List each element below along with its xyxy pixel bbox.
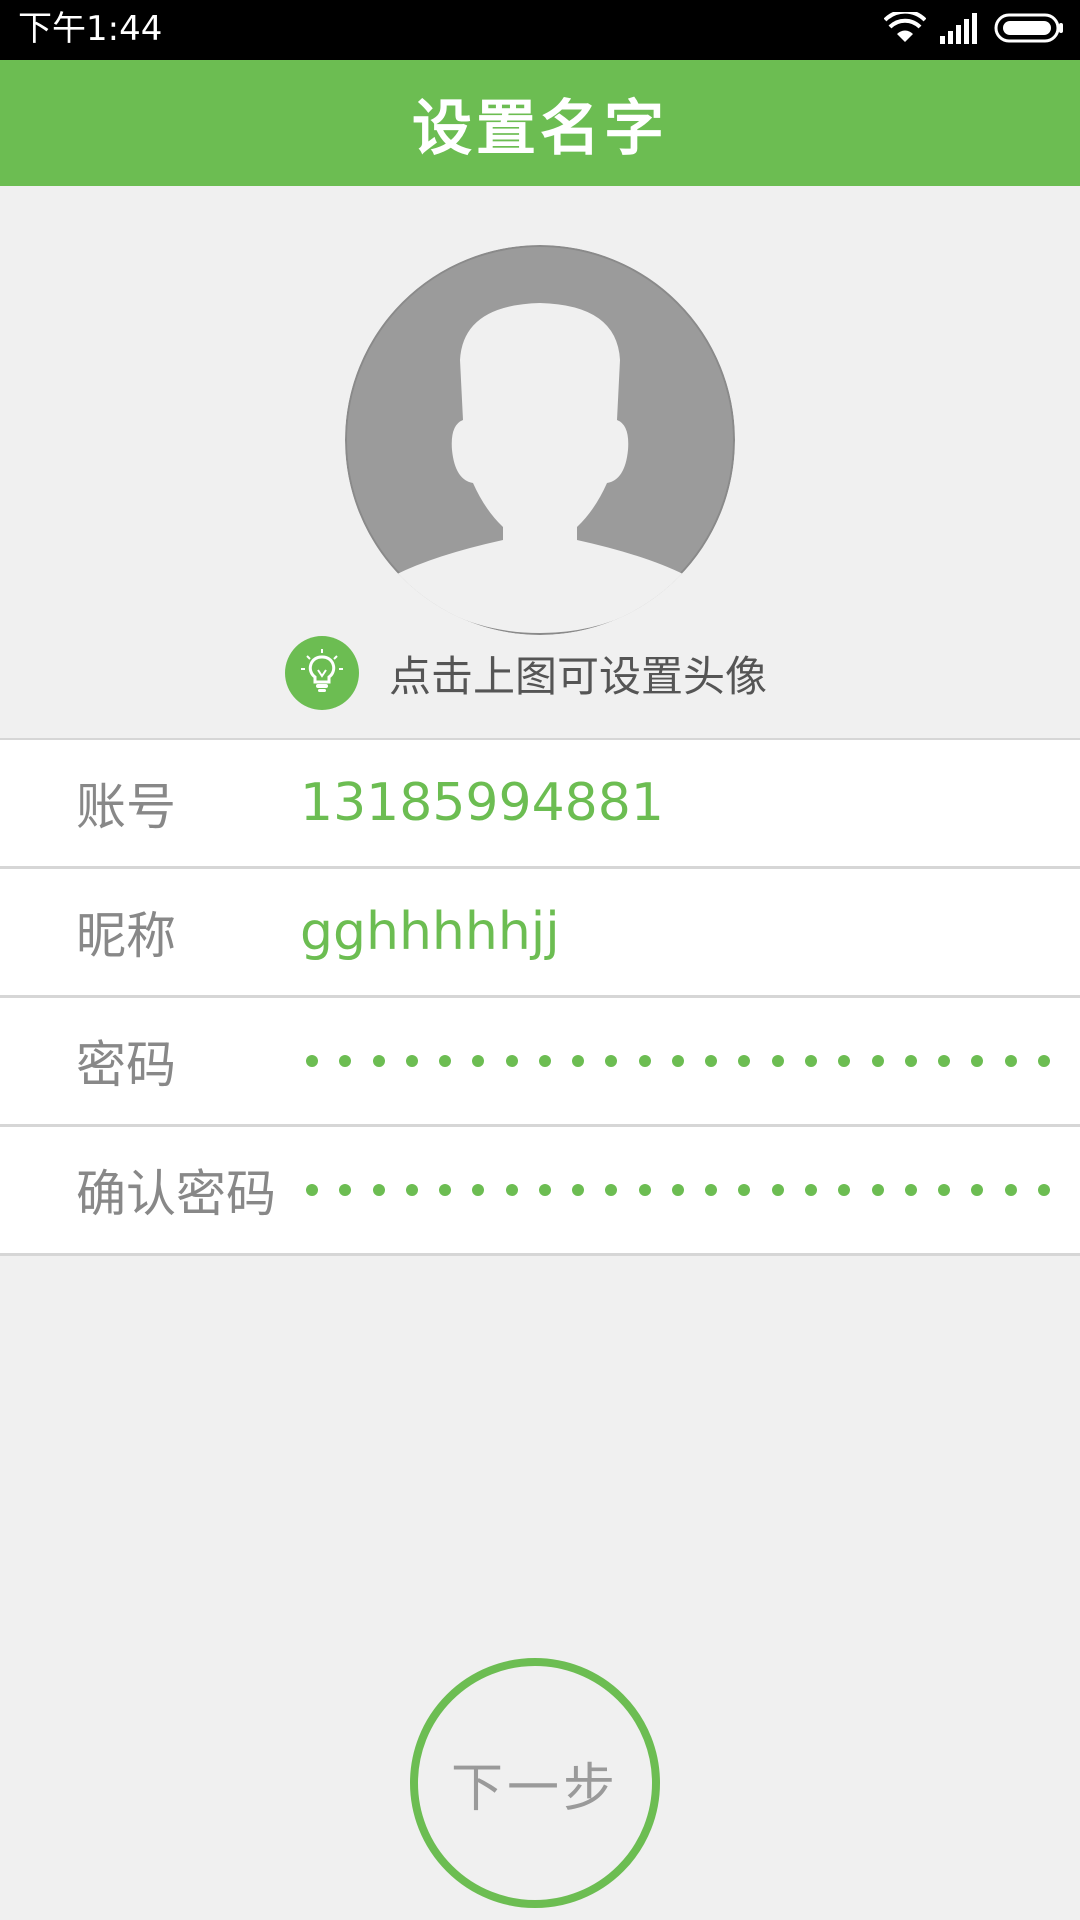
password-mask-dot (738, 1184, 751, 1196)
wifi-icon (883, 9, 927, 48)
password-mask-dot (938, 1055, 951, 1067)
password-mask-dot (505, 1184, 518, 1196)
page-title: 设置名字 (412, 93, 668, 164)
status-icons (883, 9, 1064, 48)
password-mask-dot (638, 1055, 651, 1067)
next-step-button[interactable]: 下一步 (410, 1658, 660, 1908)
password-mask-dot (538, 1055, 551, 1067)
password-mask-dot (705, 1184, 718, 1196)
password-mask-dot (938, 1184, 951, 1196)
password-mask-dot (771, 1184, 784, 1196)
password-mask-dot (904, 1184, 917, 1196)
account-label: 账号 (76, 778, 176, 836)
hint-text: 点击上图可设置头像 (389, 651, 768, 701)
password-mask-dot (306, 1184, 318, 1196)
password-mask-dot (971, 1055, 984, 1067)
password-mask-dot (638, 1184, 651, 1196)
password-mask-dot (605, 1055, 618, 1067)
password-mask-dot (339, 1184, 352, 1196)
nickname-label: 昵称 (76, 907, 176, 965)
password-input[interactable] (306, 998, 1050, 1124)
password-mask-dot (804, 1055, 817, 1067)
confirm-password-input[interactable] (306, 1127, 1050, 1253)
avatar-hint: 点击上图可设置头像 (285, 636, 767, 710)
status-bar: 下午1:44 (0, 0, 1080, 60)
password-mask-dot (1037, 1055, 1050, 1067)
confirm-password-label: 确认密码 (76, 1165, 276, 1223)
signal-icon (940, 12, 980, 48)
password-mask-dot (306, 1055, 318, 1067)
password-mask-dot (439, 1055, 452, 1067)
password-mask-dot (572, 1055, 585, 1067)
password-mask-dot (372, 1184, 385, 1196)
lightbulb-icon (285, 636, 359, 710)
password-row[interactable]: 密码 (0, 998, 1080, 1127)
default-user-avatar-icon (345, 245, 735, 635)
password-mask-dot (572, 1184, 585, 1196)
password-mask-dot (472, 1055, 485, 1067)
next-step-label: 下一步 (450, 1758, 619, 1819)
password-mask-dot (339, 1055, 352, 1067)
account-form: 账号 13185994881 昵称 gghhhhhjj 密码 确认密码 (0, 738, 1080, 1256)
password-mask-dot (1004, 1055, 1017, 1067)
password-mask-dot (771, 1055, 784, 1067)
password-mask-dot (1004, 1184, 1017, 1196)
password-mask-dot (538, 1184, 551, 1196)
password-mask-dot (405, 1055, 418, 1067)
password-mask-dot (971, 1184, 984, 1196)
password-mask-dot (738, 1055, 751, 1067)
battery-icon (994, 13, 1064, 47)
password-mask-dot (671, 1184, 684, 1196)
password-mask-dot (838, 1055, 851, 1067)
status-time: 下午1:44 (18, 9, 163, 49)
password-mask-dot (871, 1055, 884, 1067)
title-bar: 设置名字 (0, 60, 1080, 186)
password-mask-dot (671, 1055, 684, 1067)
confirm-password-row[interactable]: 确认密码 (0, 1127, 1080, 1256)
password-mask-dot (472, 1184, 485, 1196)
nickname-row[interactable]: 昵称 gghhhhhjj (0, 869, 1080, 998)
password-mask-dot (505, 1055, 518, 1067)
nickname-input[interactable]: gghhhhhjj (300, 902, 560, 962)
password-label: 密码 (76, 1036, 176, 1094)
password-mask-dot (838, 1184, 851, 1196)
password-mask-dot (871, 1184, 884, 1196)
password-mask-dot (904, 1055, 917, 1067)
password-mask-dot (405, 1184, 418, 1196)
account-value: 13185994881 (300, 773, 664, 833)
password-mask-dot (372, 1055, 385, 1067)
avatar-button[interactable] (345, 245, 735, 635)
password-mask-dot (705, 1055, 718, 1067)
password-mask-dot (1037, 1184, 1050, 1196)
password-mask-dot (804, 1184, 817, 1196)
password-mask-dot (605, 1184, 618, 1196)
screen: 下午1:44 设置名字 点击上图可设置头像 账号 13185994881 昵称 … (0, 0, 1080, 1920)
password-mask-dot (439, 1184, 452, 1196)
account-row: 账号 13185994881 (0, 740, 1080, 869)
